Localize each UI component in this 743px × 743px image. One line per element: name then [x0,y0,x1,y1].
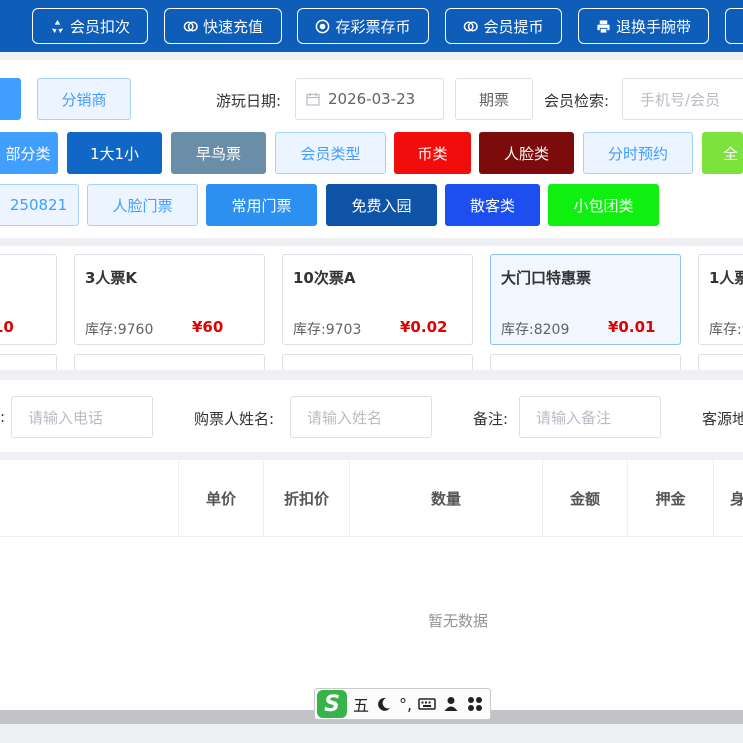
lottery-deposit-button[interactable]: 存彩票存币 [297,8,429,44]
ticket-card-list: 10 3人票K 库存:9760 ¥60 10次票A 库存:9703 ¥0.02 … [0,246,743,370]
category-chip-common-ticket[interactable]: 常用门票 [206,184,317,226]
category-chip-all-more[interactable]: 全 [702,132,743,174]
category-chip-free-entry[interactable]: 免费入园 [326,184,437,226]
ticket-stock: 库存:9703 [293,322,362,338]
category-chip-1-adult-1-child[interactable]: 1大1小 [67,132,162,174]
phone-input[interactable]: 请输入电话 [11,396,153,438]
play-date-label: 游玩日期: [216,92,282,110]
column-header-deposit: 押金 [628,460,714,536]
member-search-input[interactable]: 手机号/会员 [622,78,743,120]
ticket-card[interactable]: 10次票A 库存:9703 ¥0.02 [282,254,473,345]
buyer-name-input[interactable]: 请输入姓名 [290,396,432,438]
category-chip-face-ticket[interactable]: 人脸门票 [87,184,198,226]
remark-input[interactable]: 请输入备注 [519,396,661,438]
category-chip-coin[interactable]: 币类 [394,132,471,174]
empty-state-text: 暂无数据 [427,612,488,630]
sogou-logo-icon[interactable]: S [317,690,347,718]
ticket-card[interactable] [0,354,57,370]
ime-toolbar: S 五 °, [314,688,491,720]
table-header: 单价 折扣价 数量 金额 押金 身 [0,460,743,537]
source-label: 客源地 [702,410,743,428]
category-chip-individual[interactable]: 散客类 [445,184,540,226]
buyer-name-label: 购票人姓名: [194,410,275,428]
play-date-picker[interactable]: 2026-03-23 [295,78,444,120]
ime-mode-toggle[interactable]: 五 [353,692,369,716]
column-header-blank [0,460,179,536]
ticket-card[interactable]: 1人票 库存:9 [698,254,743,345]
member-deduct-button[interactable]: 会员扣次 [32,8,148,44]
moon-icon[interactable] [375,695,393,713]
quick-recharge-button[interactable]: 快速充值 [164,8,282,44]
user-icon[interactable] [442,695,460,713]
bottom-bar [0,724,743,743]
category-chip-early-bird[interactable]: 早鸟票 [171,132,266,174]
ticket-card[interactable] [490,354,681,370]
column-header-amount: 金额 [543,460,628,536]
member-search-label: 会员检索: [544,92,610,110]
ticket-stock: 库存:9 [709,322,743,338]
category-chip-member-type[interactable]: 会员类型 [275,132,386,174]
category-chip-small-group[interactable]: 小包团类 [548,184,659,226]
ticket-price: ¥60 [192,318,224,336]
coin-deposit-icon [316,19,330,33]
ticket-name: 1人票 [709,269,743,287]
ticket-card[interactable] [698,354,743,370]
calendar-icon [306,93,320,106]
ticket-card-selected[interactable]: 大门口特惠票 库存:8209 ¥0.01 [490,254,681,345]
ticket-card[interactable]: 3人票K 库存:9760 ¥60 [74,254,265,345]
column-header-id: 身 [730,489,743,508]
more-toolbar-button[interactable] [725,8,743,44]
coins-icon [464,21,479,31]
filter-panel: 分销商 游玩日期: 2026-03-23 期票 会员检索: 手机号/会员 部分类… [0,60,743,238]
phone-label-colon: : [0,408,6,426]
category-chip-face[interactable]: 人脸类 [479,132,574,174]
partial-left-button[interactable] [0,78,21,120]
column-header-quantity: 数量 [350,460,543,536]
ticket-price: 10 [0,318,14,336]
buyer-info-panel: : 请输入电话 购票人姓名: 请输入姓名 备注: 请输入备注 客源地 [0,380,743,452]
ticket-name: 大门口特惠票 [501,269,592,287]
ticket-price: ¥0.01 [608,318,656,336]
category-chip-250821[interactable]: 250821 [0,184,79,226]
ticket-card[interactable] [282,354,473,370]
ticket-stock: 库存:9760 [85,322,154,338]
ticket-card[interactable] [74,354,265,370]
category-chip-all[interactable]: 部分类 [0,132,58,174]
remark-label: 备注: [473,410,509,428]
ticket-card[interactable]: 10 [0,254,57,345]
column-header-unit-price: 单价 [179,460,264,536]
wristband-exchange-button[interactable]: 退换手腕带 [578,8,709,44]
member-withdraw-coin-button[interactable]: 会员提币 [445,8,562,44]
recycle-icon [51,19,64,33]
category-chip-timed-reservation[interactable]: 分时预约 [583,132,693,174]
ticket-stock: 库存:8209 [501,322,570,338]
order-table: 单价 折扣价 数量 金额 押金 身 暂无数据 [0,460,743,710]
printer-icon [597,19,610,34]
apps-grid-icon[interactable] [466,695,484,713]
ticket-name: 10次票A [293,269,356,287]
ticket-price: ¥0.02 [400,318,448,336]
keyboard-icon[interactable] [418,695,436,713]
punctuation-toggle[interactable]: °, [399,695,412,714]
coins-icon [183,21,198,31]
top-toolbar: 会员扣次 快速充值 存彩票存币 会员提币 退换手腕带 [0,0,743,52]
ticket-name: 3人票K [85,269,138,287]
column-header-discount-price: 折扣价 [264,460,350,536]
period-ticket-button[interactable]: 期票 [455,78,533,120]
distributor-button[interactable]: 分销商 [37,78,131,120]
